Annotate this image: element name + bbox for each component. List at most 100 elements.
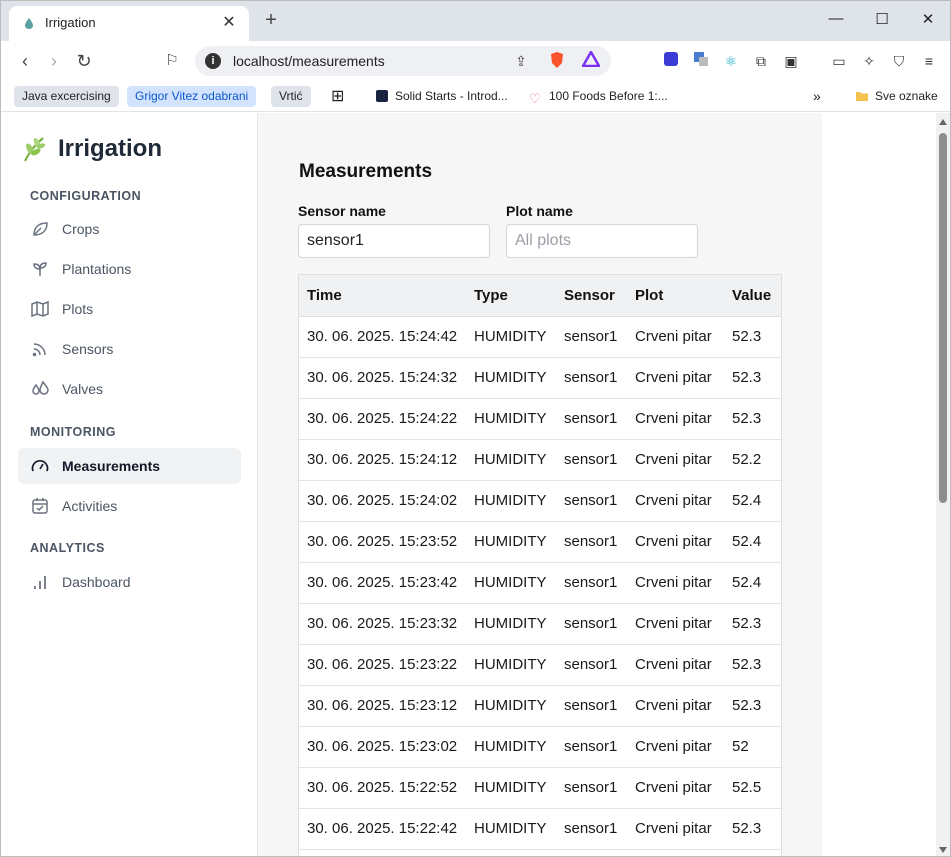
cell-value: 52.3 (724, 644, 781, 686)
main-content: Measurements Sensor name Plot name Time … (258, 113, 822, 856)
table-row[interactable]: 30. 06. 2025. 15:23:02 HUMIDITY sensor1 Crv… (299, 726, 781, 768)
tab-strip: Irrigation ✕ + — ☐ ✕ (1, 1, 950, 41)
table-row[interactable]: 30. 06. 2025. 15:22:42 HUMIDITY sensor1 Crv… (299, 808, 781, 850)
cell-plot: Crveni pitar (627, 562, 724, 604)
cell-plot: Crveni pitar (627, 439, 724, 481)
sidebar-item-label: Plantations (62, 261, 132, 277)
all-bookmarks[interactable]: Sve oznake (847, 86, 946, 107)
column-header-plot[interactable]: Plot (627, 275, 724, 317)
forward-icon[interactable]: › (43, 50, 65, 72)
cell-type: HUMIDITY (466, 316, 556, 358)
table-row[interactable]: 30. 06. 2025. 15:23:52 HUMIDITY sensor1 Crv… (299, 521, 781, 563)
cell-value: 52.4 (724, 480, 781, 522)
table-row[interactable]: 30. 06. 2025. 15:23:22 HUMIDITY sensor1 Crv… (299, 644, 781, 686)
tab-close-icon[interactable]: ✕ (219, 12, 239, 32)
back-icon[interactable]: ‹ (14, 50, 36, 72)
cell-time: 30. 06. 2025. 15:24:32 (299, 357, 466, 399)
address-bar[interactable]: i localhost/measurements ⇪ (195, 46, 611, 76)
cell-value: 52 (724, 726, 781, 768)
apps-grid-icon[interactable]: ⊞ (323, 86, 352, 107)
sidebar-item-dashboard[interactable]: Dashboard (18, 564, 241, 600)
cell-type: HUMIDITY (466, 644, 556, 686)
cell-plot: Crveni pitar (627, 398, 724, 440)
column-header-time[interactable]: Time (299, 275, 466, 317)
leo-ai-icon[interactable]: ✧ (859, 51, 879, 71)
table-row[interactable]: 30. 06. 2025. 15:23:12 HUMIDITY sensor1 Crv… (299, 685, 781, 727)
measurements-table: Time Type Sensor Plot Value 30. 06. 2025… (299, 275, 781, 850)
cell-type: HUMIDITY (466, 521, 556, 563)
translate-icon[interactable] (691, 51, 711, 71)
table-row[interactable]: 30. 06. 2025. 15:23:32 HUMIDITY sensor1 Crv… (299, 603, 781, 645)
bookmark-icon[interactable]: ⚐ (161, 50, 183, 72)
vpn-shield-icon[interactable]: ⛉ (889, 51, 909, 71)
extensions-puzzle-icon[interactable]: ⧉ (751, 51, 771, 71)
reload-icon[interactable]: ↻ (73, 50, 95, 72)
sidebar-item-plantations[interactable]: Plantations (18, 251, 241, 287)
cell-sensor: sensor1 (556, 357, 627, 399)
sidebar-item-crops[interactable]: Crops (18, 211, 241, 247)
scroll-down-icon[interactable] (939, 847, 947, 853)
cell-sensor: sensor1 (556, 480, 627, 522)
scrollbar-thumb[interactable] (939, 133, 947, 503)
react-devtools-icon[interactable]: ⚛ (721, 51, 741, 71)
extension-d-icon[interactable] (661, 51, 681, 71)
wallet-icon[interactable]: ▭ (829, 51, 849, 71)
plot-name-input[interactable] (506, 224, 698, 258)
folder-icon (856, 92, 868, 101)
table-row[interactable]: 30. 06. 2025. 15:24:22 HUMIDITY sensor1 Crv… (299, 398, 781, 440)
cell-time: 30. 06. 2025. 15:24:22 (299, 398, 466, 440)
maximize-icon[interactable]: ☐ (859, 10, 905, 28)
cell-type: HUMIDITY (466, 685, 556, 727)
section-monitoring: MONITORING (30, 425, 117, 439)
browser-tab[interactable]: Irrigation ✕ (9, 6, 249, 41)
section-configuration: CONFIGURATION (30, 189, 142, 203)
cell-value: 52.3 (724, 685, 781, 727)
url-text[interactable]: localhost/measurements (233, 53, 385, 69)
sensor-name-input[interactable] (298, 224, 490, 258)
sidebar-item-plots[interactable]: Plots (18, 291, 241, 327)
table-row[interactable]: 30. 06. 2025. 15:23:42 HUMIDITY sensor1 Crv… (299, 562, 781, 604)
table-row[interactable]: 30. 06. 2025. 15:22:52 HUMIDITY sensor1 Crv… (299, 767, 781, 809)
measurements-table-container: Time Type Sensor Plot Value 30. 06. 2025… (298, 274, 782, 856)
browser-toolbar: ‹ › ↻ ⚐ i localhost/measurements ⇪ ⚛ ⧉ ▣… (1, 41, 950, 81)
column-header-value[interactable]: Value (724, 275, 781, 317)
minimize-icon[interactable]: — (813, 10, 859, 27)
cell-plot: Crveni pitar (627, 316, 724, 358)
section-analytics: ANALYTICS (30, 541, 105, 555)
menu-icon[interactable]: ≡ (919, 51, 939, 71)
new-tab-icon[interactable]: + (261, 9, 281, 32)
bookmark-100-foods[interactable]: ♡ 100 Foods Before 1:... (521, 86, 676, 107)
sidebar-item-measurements[interactable]: Measurements (18, 448, 241, 484)
table-header-row: Time Type Sensor Plot Value (299, 275, 781, 317)
bookmark-solid-starts[interactable]: Solid Starts - Introd... (367, 86, 516, 107)
sidebar-item-sensors[interactable]: Sensors (18, 331, 241, 367)
table-row[interactable]: 30. 06. 2025. 15:24:42 HUMIDITY sensor1 Crv… (299, 316, 781, 358)
brave-shields-icon[interactable] (547, 51, 567, 71)
site-info-icon[interactable]: i (205, 53, 221, 69)
bookmark-java-excercising[interactable]: Java excercising (14, 86, 119, 107)
brave-rewards-icon[interactable] (580, 49, 602, 71)
scroll-up-icon[interactable] (939, 119, 947, 125)
bookmarks-overflow-icon[interactable]: » (805, 86, 829, 107)
reading-list-icon[interactable]: ▣ (781, 51, 801, 71)
page-scrollbar[interactable] (936, 113, 950, 856)
bookmark-vrtic[interactable]: Vrtić (271, 86, 311, 107)
column-header-type[interactable]: Type (466, 275, 556, 317)
bookmark-grigor-vitez[interactable]: Grigor Vitez odabrani (127, 86, 257, 107)
table-row[interactable]: 30. 06. 2025. 15:24:02 HUMIDITY sensor1 Crv… (299, 480, 781, 522)
sidebar-item-label: Crops (62, 221, 100, 237)
sidebar-item-activities[interactable]: Activities (18, 488, 241, 524)
sidebar-item-valves[interactable]: Valves (18, 371, 241, 407)
cell-value: 52.3 (724, 398, 781, 440)
cell-sensor: sensor1 (556, 767, 627, 809)
table-row[interactable]: 30. 06. 2025. 15:24:12 HUMIDITY sensor1 Crv… (299, 439, 781, 481)
cell-time: 30. 06. 2025. 15:23:32 (299, 603, 466, 645)
cell-type: HUMIDITY (466, 562, 556, 604)
share-icon[interactable]: ⇪ (511, 51, 531, 71)
irrigation-favicon-icon (25, 18, 33, 29)
cell-time: 30. 06. 2025. 15:24:42 (299, 316, 466, 358)
column-header-sensor[interactable]: Sensor (556, 275, 627, 317)
table-row[interactable]: 30. 06. 2025. 15:24:32 HUMIDITY sensor1 Crv… (299, 357, 781, 399)
window-close-icon[interactable]: ✕ (905, 10, 950, 28)
cell-value: 52.5 (724, 767, 781, 809)
